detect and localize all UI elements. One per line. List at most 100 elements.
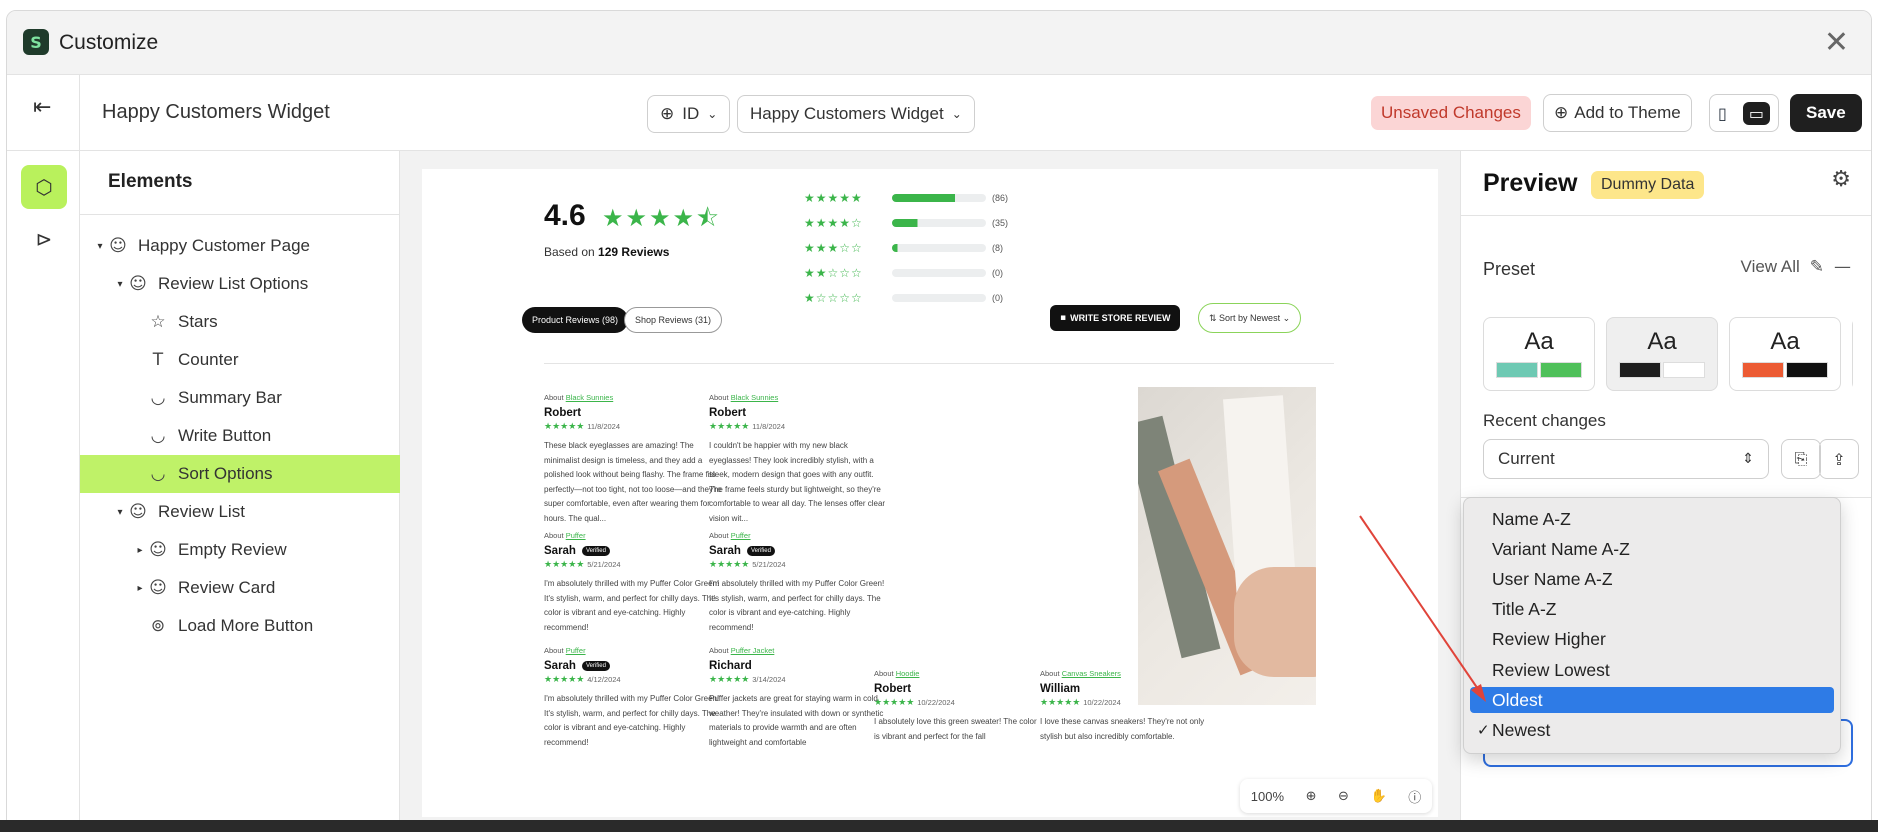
sort-option[interactable]: User Name A-Z — [1470, 566, 1834, 592]
tree-item[interactable]: ◡ Write Button — [80, 417, 400, 455]
tree-item[interactable]: ▸ ☺ Review Card — [80, 569, 400, 607]
hand-icon[interactable]: ✋ — [1370, 789, 1386, 804]
review-date: 5/21/2024 — [752, 560, 786, 569]
sort-option[interactable]: Title A-Z — [1470, 597, 1834, 623]
caret-icon[interactable]: ▸ — [134, 583, 146, 594]
caret-icon[interactable]: ▸ — [134, 545, 146, 556]
element-icon: ◡ — [150, 388, 166, 408]
sort-option[interactable]: Variant Name A-Z — [1470, 536, 1834, 562]
widget-preview-canvas: 4.6 ★★★★⯪ Based on 129 Reviews ★★★★★ (86)… — [422, 169, 1438, 817]
help-icon[interactable]: ⓘ — [1408, 787, 1421, 806]
zoom-out-icon[interactable]: ⊖ — [1338, 789, 1349, 804]
review-about: About Hoodie — [874, 669, 920, 678]
reviewer-name: Richard — [709, 660, 752, 672]
preset-card[interactable]: Aa — [1483, 317, 1595, 391]
add-to-theme-label: Add to Theme — [1574, 103, 1681, 122]
tab-shop-reviews[interactable]: Shop Reviews (31) — [624, 307, 723, 333]
tree-item[interactable]: ⊚ Load More Button — [80, 607, 400, 645]
preset-sample: Aa — [1524, 328, 1554, 355]
sort-option-label: Oldest — [1492, 689, 1543, 710]
export-icon[interactable]: ⇪ — [1819, 439, 1859, 479]
canvas-area: 4.6 ★★★★⯪ Based on 129 Reviews ★★★★★ (86)… — [400, 151, 1460, 831]
caret-icon[interactable]: ▾ — [114, 279, 126, 290]
sort-by-select[interactable]: ⇅ Sort by Newest ⌄ — [1198, 303, 1302, 333]
cube-icon[interactable]: ⬡ — [21, 165, 67, 209]
product-link[interactable]: Puffer — [566, 531, 586, 540]
write-store-review-button[interactable]: ▪ WRITE STORE REVIEW — [1050, 305, 1181, 331]
review-card: About Puffer Jacket Richard ★★★★★ 3/14/202… — [709, 646, 889, 750]
save-button[interactable]: Save — [1790, 94, 1862, 132]
add-to-theme-button[interactable]: ⊕ Add to Theme — [1543, 94, 1692, 132]
rating-distribution-row: ★★★★★ (86) — [804, 188, 1008, 208]
reviewer-name: Sarah Verified — [544, 660, 724, 672]
review-about: About Puffer — [544, 646, 586, 655]
left-rail: ⬡ ⊳ — [7, 151, 80, 831]
import-icon[interactable]: ⎘ — [1781, 439, 1821, 479]
close-icon[interactable]: ✕ — [1824, 25, 1849, 60]
review-date: 11/8/2024 — [587, 422, 621, 431]
gear-icon[interactable]: ⚙ — [1831, 167, 1851, 192]
sort-option[interactable]: Review Lowest — [1470, 657, 1834, 683]
product-link[interactable]: Puffer — [566, 646, 586, 655]
sort-option[interactable]: Oldest — [1470, 687, 1834, 714]
terminal-icon[interactable]: ⊳ — [21, 217, 67, 261]
rating-distribution-row: ★☆☆☆☆ (0) — [804, 288, 1003, 308]
review-text: I love these canvas sneakers! They're no… — [1040, 717, 1205, 741]
mobile-icon[interactable]: ▯ — [1718, 104, 1727, 123]
review-text: I couldn't be happier with my new black … — [709, 441, 886, 523]
page-name: Happy Customers Widget — [102, 101, 330, 123]
distribution-bar — [892, 269, 986, 277]
tree-item[interactable]: ▾ ☺ Review List Options — [80, 265, 400, 303]
preset-card[interactable] — [1852, 317, 1853, 391]
preset-card[interactable]: Aa — [1606, 317, 1718, 391]
tab-product-reviews[interactable]: Product Reviews (98) — [522, 307, 629, 333]
plus-circle-icon: ⊕ — [1554, 103, 1569, 123]
review-about: About Puffer — [544, 531, 586, 540]
caret-icon[interactable]: ▾ — [114, 507, 126, 518]
product-link[interactable]: Canvas Sneakers — [1062, 669, 1121, 678]
tree-item[interactable]: ▾ ☺ Review List — [80, 493, 400, 531]
tree-item[interactable]: ◡ Sort Options — [80, 455, 400, 493]
recent-changes-select[interactable]: Current ⇕ — [1483, 439, 1769, 479]
sort-option[interactable]: Name A-Z — [1470, 506, 1834, 532]
element-icon: ☺ — [149, 578, 167, 598]
preset-swatch — [1619, 362, 1661, 378]
tree-item[interactable]: ▸ ☺ Empty Review — [80, 531, 400, 569]
exit-icon[interactable]: ⇤ — [33, 95, 51, 120]
caret-icon[interactable]: ▾ — [94, 241, 106, 252]
tree-item[interactable]: T Counter — [80, 341, 400, 379]
zoom-in-icon[interactable]: ⊕ — [1306, 789, 1317, 804]
tree-item[interactable]: ◡ Summary Bar — [80, 379, 400, 417]
window-title: Customize — [59, 31, 159, 54]
tree-item[interactable]: ☆ Stars — [80, 303, 400, 341]
tree-item-label: Stars — [178, 312, 218, 331]
preset-list: Aa Aa Aa — [1483, 317, 1853, 391]
device-toggle: ▯ ▭ — [1709, 94, 1779, 132]
widget-select[interactable]: Happy Customers Widget ⌄ — [737, 95, 975, 133]
review-about: About Black Sunnies — [544, 393, 614, 402]
sort-option[interactable]: Review Higher — [1470, 627, 1834, 653]
collapse-icon[interactable]: — — [1834, 257, 1851, 277]
review-stars: ★★★★★ 11/8/2024 — [544, 422, 621, 432]
desktop-icon[interactable]: ▭ — [1742, 101, 1770, 125]
review-about: About Black Sunnies — [709, 393, 779, 402]
language-select[interactable]: ⊕ ID ⌄ — [647, 95, 731, 133]
sort-options-dropdown: Name A-Z Variant Name A-Z User Name A-Z Tit… — [1463, 497, 1841, 754]
tree-item[interactable]: ▾ ☺ Happy Customer Page — [80, 227, 400, 265]
view-all-link[interactable]: View All ✎ — — [1741, 257, 1851, 277]
product-link[interactable]: Hoodie — [896, 669, 920, 678]
review-date: 3/14/2024 — [752, 675, 786, 684]
preset-swatch — [1663, 362, 1705, 378]
sort-option-label: Title A-Z — [1492, 599, 1557, 620]
review-card: About Hoodie Robert ★★★★★ 10/22/2024 I abso… — [874, 669, 1042, 744]
product-link[interactable]: Black Sunnies — [731, 393, 779, 402]
product-link[interactable]: Puffer Jacket — [731, 646, 775, 655]
sort-option[interactable]: ✓ Newest — [1470, 717, 1834, 743]
product-link[interactable]: Puffer — [731, 531, 751, 540]
distribution-bar — [892, 294, 986, 302]
product-link[interactable]: Black Sunnies — [566, 393, 614, 402]
distribution-bar — [892, 219, 986, 227]
distribution-count: (0) — [992, 293, 1003, 303]
review-card: About Black Sunnies Robert ★★★★★ 11/8/2024… — [544, 393, 724, 526]
preset-card[interactable]: Aa — [1729, 317, 1841, 391]
